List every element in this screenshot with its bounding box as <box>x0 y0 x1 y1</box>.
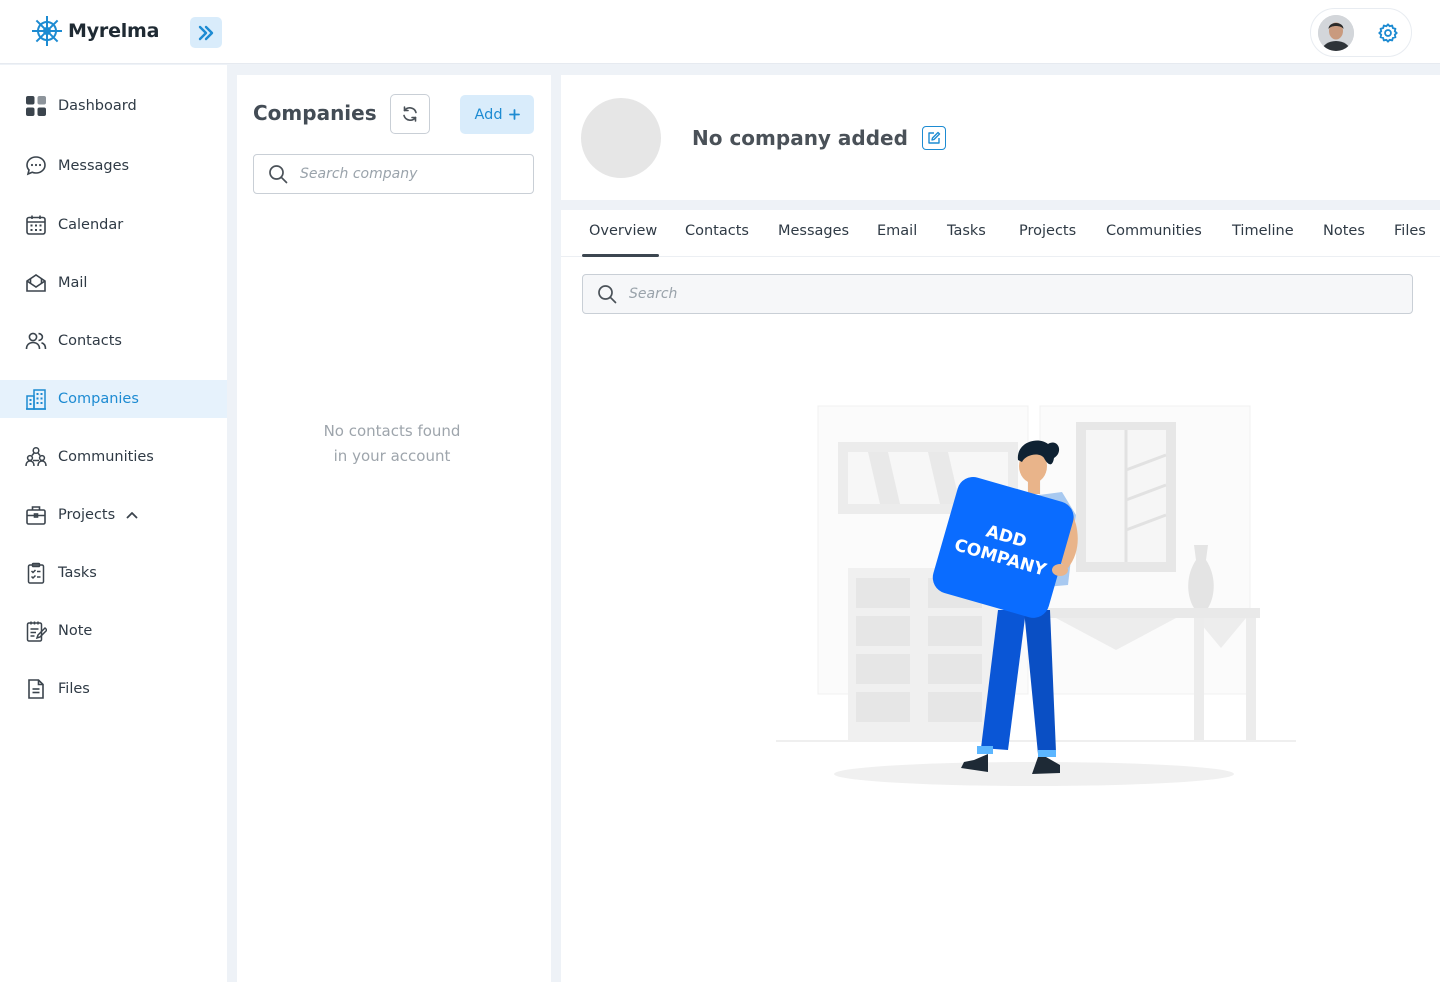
tab-projects[interactable]: Projects <box>1019 223 1076 239</box>
sidebar-item-label: Projects <box>58 507 116 523</box>
plus-icon <box>508 109 520 120</box>
sidebar-item-label: Messages <box>58 158 130 174</box>
refresh-icon <box>403 106 417 122</box>
clipboard-check-icon <box>24 561 48 585</box>
company-avatar <box>581 98 661 178</box>
sidebar-item-projects[interactable]: Projects <box>0 496 227 534</box>
double-chevron-right-icon <box>198 25 214 40</box>
note-icon <box>24 619 48 643</box>
add-company-button[interactable]: Add <box>460 95 534 134</box>
community-icon <box>24 445 48 469</box>
dashboard-icon <box>24 94 48 118</box>
mail-icon <box>24 271 48 295</box>
tab-messages[interactable]: Messages <box>778 223 849 239</box>
building-icon <box>24 387 48 411</box>
app-logo[interactable]: Myrelma <box>30 14 159 48</box>
expand-sidebar-button[interactable] <box>190 17 222 48</box>
sidebar-item-contacts[interactable]: Contacts <box>0 322 227 360</box>
ship-wheel-icon <box>32 16 62 46</box>
sidebar-item-dashboard[interactable]: Dashboard <box>0 87 227 125</box>
sidebar-item-calendar[interactable]: Calendar <box>0 206 227 244</box>
calendar-icon <box>24 213 48 237</box>
chat-bubble-icon <box>24 154 48 178</box>
search-icon <box>269 165 288 184</box>
tab-timeline[interactable]: Timeline <box>1232 223 1294 239</box>
tab-files[interactable]: Files <box>1394 223 1426 239</box>
sidebar-item-label: Files <box>58 681 90 697</box>
overview-search-box <box>582 274 1413 314</box>
avatar[interactable] <box>1318 15 1354 51</box>
briefcase-icon <box>24 503 48 527</box>
panel-title: Companies <box>253 101 377 125</box>
company-search-box <box>253 154 534 194</box>
user-menu <box>1310 8 1412 57</box>
chevron-up-icon[interactable] <box>125 508 139 522</box>
sidebar-item-files[interactable]: Files <box>0 670 227 708</box>
top-bar: Myrelma <box>0 0 1440 64</box>
empty-state-message: No contacts found in your account <box>267 419 517 469</box>
sidebar-item-label: Note <box>58 623 93 639</box>
app-name: Myrelma <box>68 20 160 42</box>
tab-overview[interactable]: Overview <box>589 223 657 239</box>
tab-bar: Overview Contacts Messages Email Tasks P… <box>561 210 1440 257</box>
overview-search-input[interactable] <box>629 286 849 302</box>
users-icon <box>24 329 48 353</box>
sidebar-item-label: Companies <box>58 391 139 407</box>
sidebar-item-tasks[interactable]: Tasks <box>0 554 227 592</box>
sidebar-item-label: Tasks <box>58 565 97 581</box>
empty-line-1: No contacts found <box>323 422 461 440</box>
sidebar-item-communities[interactable]: Communities <box>0 438 227 476</box>
company-detail: Overview Contacts Messages Email Tasks P… <box>561 210 1440 982</box>
gear-icon <box>1378 23 1398 43</box>
file-icon <box>24 677 48 701</box>
company-search-input[interactable] <box>300 166 520 182</box>
sidebar-item-label: Mail <box>58 275 88 291</box>
companies-panel: Companies Add No contacts found in your … <box>237 75 551 982</box>
sidebar-item-label: Dashboard <box>58 98 137 114</box>
company-name: No company added <box>692 126 908 150</box>
tab-email[interactable]: Email <box>877 223 917 239</box>
sidebar: Dashboard Messages Calendar Mail Contact… <box>0 65 227 982</box>
tab-communities[interactable]: Communities <box>1106 223 1202 239</box>
company-header: No company added <box>561 75 1440 200</box>
refresh-button[interactable] <box>390 94 430 134</box>
edit-company-button[interactable] <box>922 126 946 150</box>
sidebar-item-mail[interactable]: Mail <box>0 264 227 302</box>
empty-line-2: in your account <box>333 447 451 465</box>
edit-icon <box>928 131 941 144</box>
sidebar-item-note[interactable]: Note <box>0 612 227 650</box>
tab-notes[interactable]: Notes <box>1323 223 1365 239</box>
settings-button[interactable] <box>1377 22 1399 44</box>
add-button-label: Add <box>474 106 503 123</box>
sidebar-item-companies[interactable]: Companies <box>0 380 227 418</box>
tab-tasks[interactable]: Tasks <box>947 223 986 239</box>
sidebar-item-label: Contacts <box>58 333 122 349</box>
sidebar-item-label: Calendar <box>58 217 124 233</box>
active-tab-indicator <box>582 254 659 257</box>
sidebar-item-messages[interactable]: Messages <box>0 147 227 185</box>
sidebar-item-label: Communities <box>58 449 154 465</box>
search-icon <box>598 285 617 304</box>
add-company-illustration[interactable]: ADD COMPANY <box>776 400 1296 795</box>
tab-contacts[interactable]: Contacts <box>685 223 749 239</box>
